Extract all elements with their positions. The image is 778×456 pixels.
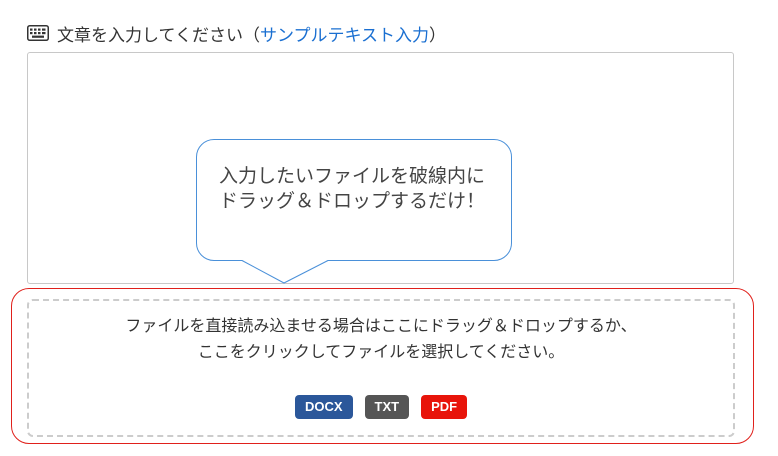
header-label: 文章を入力してください (57, 25, 243, 46)
keyboard-icon (27, 25, 49, 41)
drag-drop-tooltip: 入力したいファイルを破線内にドラッグ＆ドロップするだけ！ (196, 139, 512, 261)
input-header: 文章を入力してください （ サンプルテキスト入力 ） (27, 20, 446, 46)
sample-text-link[interactable]: サンプルテキスト入力 (260, 21, 429, 46)
tooltip-tail (241, 260, 329, 284)
tooltip-text: 入力したいファイルを破線内にドラッグ＆ドロップするだけ！ (219, 165, 486, 212)
header-close-paren: ） (428, 25, 446, 46)
highlight-frame (11, 288, 754, 444)
header-open-paren: （ (242, 25, 260, 46)
